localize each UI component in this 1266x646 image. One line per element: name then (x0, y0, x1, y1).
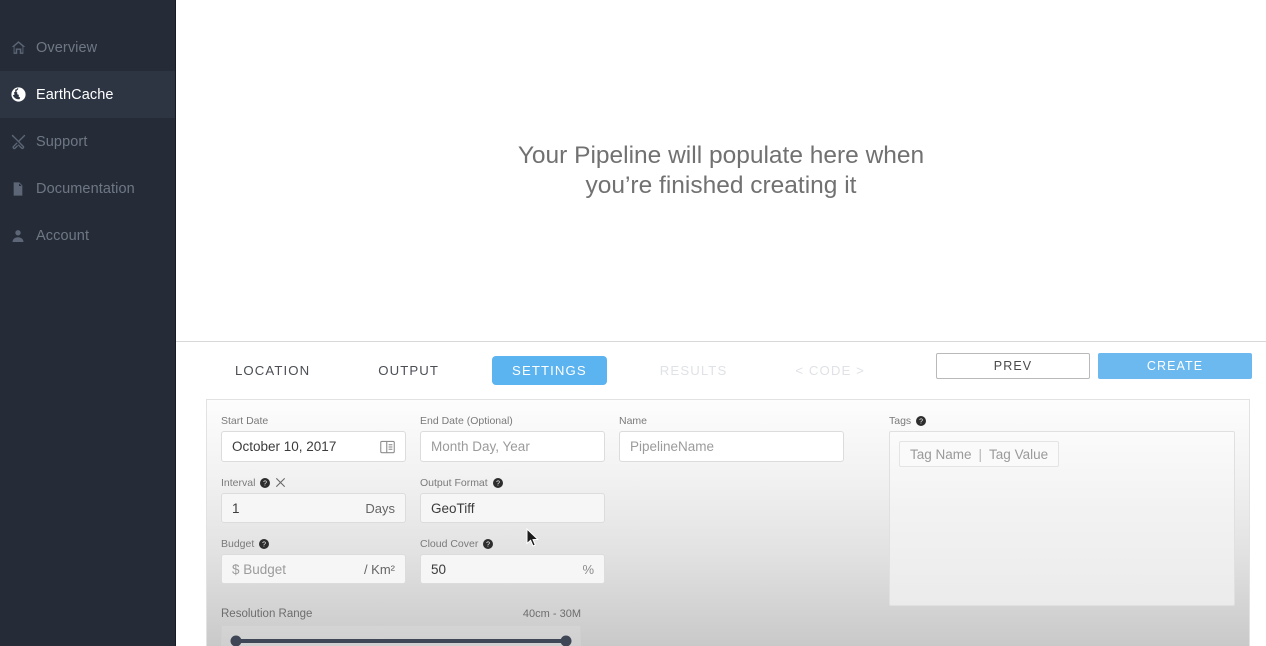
interval-value: 1 (232, 500, 240, 516)
app-root: Overview EarthCache Support Documentatio… (0, 0, 1266, 646)
field-resolution-range: Resolution Range 40cm - 30M (207, 608, 1249, 646)
tag-separator: | (978, 446, 983, 462)
sidebar: Overview EarthCache Support Documentatio… (0, 0, 176, 646)
calendar-icon[interactable] (380, 440, 395, 454)
tab-bar: LOCATION OUTPUT SETTINGS RESULTS < CODE … (176, 342, 1266, 399)
field-budget: Budget ? $ Budget / Km² (221, 537, 406, 584)
output-format-label: Output Format (420, 476, 488, 489)
resolution-range-value: 40cm - 30M (522, 608, 581, 620)
tab-location[interactable]: LOCATION (220, 356, 325, 385)
end-date-placeholder: Month Day, Year (431, 439, 530, 454)
help-icon[interactable]: ? (259, 538, 270, 549)
form-row-dates: Start Date October 10, 2017 End Date (Op… (221, 414, 885, 476)
prev-button[interactable]: PREV (936, 353, 1090, 379)
tags-label: Tags (889, 414, 912, 427)
cloud-cover-input[interactable]: 50 % (420, 554, 605, 584)
help-icon[interactable]: ? (260, 477, 271, 488)
resolution-header: Resolution Range 40cm - 30M (221, 608, 581, 620)
help-icon[interactable]: ? (916, 415, 927, 426)
tag-name-placeholder: Tag Name (910, 446, 972, 462)
field-tags: Tags ? Tag Name | Tag Value (885, 414, 1235, 606)
sidebar-item-account[interactable]: Account (0, 212, 175, 259)
sidebar-item-support[interactable]: Support (0, 118, 175, 165)
sidebar-item-overview[interactable]: Overview (0, 24, 175, 71)
start-date-label: Start Date (221, 414, 269, 427)
cloud-cover-value: 50 (431, 561, 447, 577)
form-row-budget: Budget ? $ Budget / Km² Cloud Cover ? 50… (221, 537, 885, 598)
pipeline-empty-message: Your Pipeline will populate here when yo… (517, 141, 925, 199)
tab-actions: PREV CREATE (936, 353, 1252, 379)
resolution-label: Resolution Range (221, 608, 313, 620)
tools-icon (0, 133, 36, 150)
interval-label-wrap: Interval ? (221, 476, 406, 489)
main-content: Your Pipeline will populate here when yo… (176, 0, 1266, 646)
sidebar-item-label: Account (36, 227, 90, 244)
tab-list: LOCATION OUTPUT SETTINGS RESULTS < CODE … (176, 356, 880, 385)
end-date-input[interactable]: Month Day, Year (420, 431, 605, 462)
name-placeholder: PipelineName (630, 439, 715, 454)
form-row-interval: Interval ? 1 Days Output Format ? GeoTif… (221, 476, 885, 537)
resolution-slider-track[interactable] (230, 635, 572, 646)
settings-left-fields: Start Date October 10, 2017 End Date (Op… (221, 414, 885, 606)
sidebar-item-label: Overview (36, 39, 98, 56)
globe-icon (0, 86, 36, 103)
sidebar-item-label: Support (36, 133, 88, 150)
sidebar-item-documentation[interactable]: Documentation (0, 165, 175, 212)
budget-suffix: / Km² (363, 561, 395, 577)
help-icon[interactable]: ? (483, 538, 494, 549)
create-button[interactable]: CREATE (1098, 353, 1252, 379)
output-format-value: GeoTiff (431, 500, 475, 516)
field-end-date: End Date (Optional) Month Day, Year (420, 414, 605, 462)
settings-panel: Start Date October 10, 2017 End Date (Op… (206, 399, 1250, 646)
field-start-date: Start Date October 10, 2017 (221, 414, 406, 462)
tags-input-area[interactable]: Tag Name | Tag Value (889, 431, 1235, 606)
cloud-cover-label: Cloud Cover (420, 537, 479, 550)
svg-text:?: ? (262, 541, 266, 548)
budget-label-wrap: Budget ? (221, 537, 406, 550)
field-cloud-cover: Cloud Cover ? 50 % (420, 537, 605, 584)
tab-results: RESULTS (659, 363, 728, 378)
budget-input[interactable]: $ Budget / Km² (221, 554, 406, 584)
svg-text:?: ? (264, 480, 268, 487)
sidebar-item-earthcache[interactable]: EarthCache (0, 71, 175, 118)
name-input[interactable]: PipelineName (619, 431, 844, 462)
start-date-value: October 10, 2017 (232, 439, 337, 454)
output-format-label-wrap: Output Format ? (420, 476, 605, 489)
output-format-select[interactable]: GeoTiff (420, 493, 605, 523)
tab-code: < CODE > (795, 363, 865, 378)
interval-suffix: Days (365, 500, 395, 516)
budget-placeholder: $ Budget (232, 561, 287, 577)
svg-text:?: ? (496, 480, 500, 487)
cloud-cover-label-wrap: Cloud Cover ? (420, 537, 605, 550)
resolution-slider-card (221, 625, 581, 646)
name-label: Name (619, 414, 648, 427)
tab-settings[interactable]: SETTINGS (492, 356, 607, 385)
file-icon (0, 181, 36, 197)
tag-value-placeholder: Tag Value (989, 446, 1049, 462)
start-date-input[interactable]: October 10, 2017 (221, 431, 406, 462)
tags-label-wrap: Tags ? (889, 414, 1235, 427)
sidebar-item-label: Documentation (36, 180, 135, 197)
tag-chip-placeholder[interactable]: Tag Name | Tag Value (899, 441, 1060, 467)
svg-text:?: ? (486, 541, 490, 548)
sidebar-item-label: EarthCache (36, 86, 114, 103)
cloud-cover-suffix: % (582, 561, 594, 577)
settings-grid: Start Date October 10, 2017 End Date (Op… (207, 414, 1249, 606)
resolution-slider-handle-min[interactable] (230, 635, 242, 646)
field-name: Name PipelineName (619, 414, 844, 462)
home-icon (0, 39, 36, 56)
resolution-slider-handle-max[interactable] (560, 635, 572, 646)
field-interval: Interval ? 1 Days (221, 476, 406, 523)
svg-text:?: ? (919, 418, 923, 425)
help-icon[interactable]: ? (492, 477, 503, 488)
budget-label: Budget (221, 537, 255, 550)
interval-input[interactable]: 1 Days (221, 493, 406, 523)
tools-icon[interactable] (275, 477, 286, 488)
interval-label: Interval (221, 476, 256, 489)
tab-output[interactable]: OUTPUT (363, 356, 454, 385)
field-output-format: Output Format ? GeoTiff (420, 476, 605, 523)
person-icon (0, 228, 36, 244)
end-date-label: End Date (Optional) (420, 414, 513, 427)
pipeline-preview-area: Your Pipeline will populate here when yo… (176, 0, 1266, 342)
